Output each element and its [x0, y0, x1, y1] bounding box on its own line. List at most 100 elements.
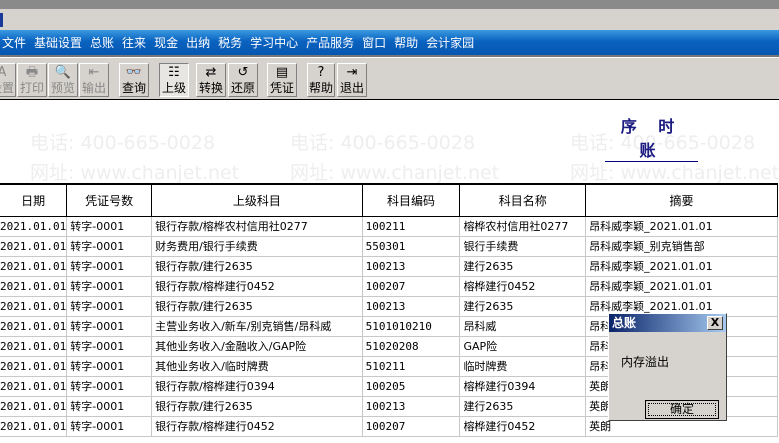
- table-cell: 2021.01.01: [0, 335, 68, 357]
- toolbar-label: 预览: [50, 81, 75, 95]
- window-title-bar: [0, 0, 779, 9]
- toolbar-label: 打印: [19, 81, 44, 95]
- toolbar-icon: ▤: [275, 65, 289, 80]
- table-cell: 51020208: [361, 335, 461, 357]
- table-cell: 建行2635: [459, 295, 587, 317]
- table-row[interactable]: 2021.01.01 转字-0001 银行存款/榕桦建行0452 100207 榕桦建行…: [0, 275, 778, 297]
- table-cell: 榕桦建行0452: [459, 275, 587, 297]
- table-cell: 550301: [361, 235, 461, 257]
- table-cell: 100213: [361, 395, 461, 417]
- window-subbar: [0, 9, 779, 30]
- column-header[interactable]: 上级科目: [151, 183, 363, 217]
- table-cell: 昂科威李颖_2021.01.01: [585, 215, 778, 237]
- toolbar-button[interactable]: A设置: [0, 63, 16, 97]
- table-cell: 银行存款/榕桦建行0452: [151, 275, 363, 297]
- menu-item[interactable]: 总账: [90, 36, 114, 50]
- table-cell: 2021.01.01: [0, 235, 68, 257]
- toolbar-button[interactable]: 🔍 预览: [48, 63, 78, 97]
- toolbar-button[interactable]: ☷ 上级: [159, 63, 189, 97]
- table-row[interactable]: 2021.01.01 转字-0001 银行存款/建行2635 100213 建行2635…: [0, 255, 778, 277]
- table-cell: 转字-0001: [66, 255, 153, 277]
- table-cell: 100213: [361, 255, 461, 277]
- table-cell: 银行存款/榕桦建行0452: [151, 415, 363, 437]
- table-cell: 510211: [361, 355, 461, 377]
- watermark: 网址: www.chanjet.net: [290, 162, 500, 184]
- dialog-title-bar: 总账 X: [609, 314, 726, 332]
- toolbar: A设置🖶打印🔍预览⇤输出👓查询☷上级⇄转换↺还原▤凭证?帮助⇥退出: [0, 58, 779, 100]
- toolbar-icon: 🖶: [25, 65, 39, 80]
- column-header[interactable]: 摘要: [585, 183, 778, 217]
- table-cell: 2021.01.01: [0, 415, 68, 437]
- toolbar-button[interactable]: 🖶 打印: [17, 63, 47, 97]
- table-cell: 其他业务收入/金融收入/GAP险: [151, 335, 363, 357]
- menu-item[interactable]: 文件: [2, 36, 26, 50]
- column-header[interactable]: 科目编码: [361, 183, 461, 217]
- menu-item[interactable]: 产品服务: [306, 36, 354, 50]
- table-cell: GAP险: [459, 335, 587, 357]
- toolbar-button[interactable]: ▤ 凭证: [267, 63, 297, 97]
- toolbar-icon: ⇥: [346, 65, 358, 80]
- menu-item[interactable]: 帮助: [394, 36, 418, 50]
- toolbar-icon: ?: [317, 65, 325, 80]
- table-cell: 银行存款/榕桦农村信用社0277: [151, 215, 363, 237]
- toolbar-button[interactable]: ⇤ 输出: [79, 63, 109, 97]
- toolbar-label: 查询: [121, 81, 146, 95]
- table-cell: 建行2635: [459, 255, 587, 277]
- menu-item[interactable]: 会计家园: [426, 36, 474, 50]
- table-cell: 转字-0001: [66, 215, 153, 237]
- table-cell: 转字-0001: [66, 295, 153, 317]
- report-title: 序 时 账: [605, 113, 698, 162]
- table-cell: 昂科威李颖_2021.01.01: [585, 275, 778, 297]
- table-cell: 转字-0001: [66, 415, 153, 437]
- dialog-title: 总账: [612, 316, 637, 330]
- table-cell: 银行存款/建行2635: [151, 395, 363, 417]
- toolbar-label: 设置: [0, 81, 14, 95]
- table-cell: 2021.01.01: [0, 215, 68, 237]
- table-cell: 昂科威李颖_别克销售部: [585, 235, 778, 257]
- ok-button[interactable]: 确定: [645, 400, 719, 419]
- toolbar-icon: 👓: [125, 65, 143, 80]
- menu-bar: 文件 基础设置 总账 往来 现金 出纳 税务 学习中心 产品服务 窗口 帮助 会计家园: [0, 30, 779, 57]
- error-dialog: 总账 X 内存溢出 确定: [608, 313, 727, 421]
- table-cell: 转字-0001: [66, 335, 153, 357]
- toolbar-button[interactable]: ⇄ 转换: [196, 63, 226, 97]
- toolbar-label: 输出: [81, 81, 106, 95]
- table-cell: 银行存款/建行2635: [151, 255, 363, 277]
- table-cell: 榕桦建行0452: [459, 415, 587, 437]
- table-cell: 转字-0001: [66, 355, 153, 377]
- table-cell: 其他业务收入/临时牌费: [151, 355, 363, 377]
- dialog-message: 内存溢出: [621, 355, 670, 369]
- table-cell: 银行存款/建行2635: [151, 295, 363, 317]
- column-header[interactable]: 凭证号数: [66, 183, 153, 217]
- table-cell: 银行存款/榕桦建行0394: [151, 375, 363, 397]
- menu-item[interactable]: 基础设置: [34, 36, 82, 50]
- toolbar-label: 凭证: [269, 81, 294, 95]
- toolbar-icon: ⇄: [205, 65, 217, 80]
- table-cell: 临时牌费: [459, 355, 587, 377]
- table-row[interactable]: 2021.01.01 转字-0001 财务费用/银行手续费 550301 银行手续费 昂科…: [0, 235, 778, 257]
- table-cell: 5101010210: [361, 315, 461, 337]
- column-header[interactable]: 科目名称: [459, 183, 587, 217]
- menu-item[interactable]: 税务: [218, 36, 242, 50]
- close-icon[interactable]: X: [707, 316, 723, 330]
- app-icon: [0, 13, 3, 27]
- menu-item[interactable]: 学习中心: [250, 36, 298, 50]
- column-header[interactable]: 日期: [0, 183, 68, 217]
- toolbar-button[interactable]: ↺ 还原: [228, 63, 258, 97]
- menu-item[interactable]: 出纳: [186, 36, 210, 50]
- toolbar-button[interactable]: ? 帮助: [307, 63, 335, 97]
- table-cell: 100205: [361, 375, 461, 397]
- toolbar-button[interactable]: 👓 查询: [119, 63, 149, 97]
- toolbar-button[interactable]: ⇥ 退出: [337, 63, 367, 97]
- table-cell: 榕桦建行0394: [459, 375, 587, 397]
- table-cell: 100211: [361, 215, 461, 237]
- table-cell: 转字-0001: [66, 275, 153, 297]
- menu-item[interactable]: 窗口: [362, 36, 386, 50]
- toolbar-icon: ☷: [168, 65, 180, 80]
- menu-item[interactable]: 往来: [122, 36, 146, 50]
- table-cell: 2021.01.01: [0, 355, 68, 377]
- toolbar-label: 转换: [198, 81, 223, 95]
- table-cell: 银行手续费: [459, 235, 587, 257]
- table-row[interactable]: 2021.01.01 转字-0001 银行存款/榕桦农村信用社0277 100211 榕…: [0, 215, 778, 237]
- menu-item[interactable]: 现金: [154, 36, 178, 50]
